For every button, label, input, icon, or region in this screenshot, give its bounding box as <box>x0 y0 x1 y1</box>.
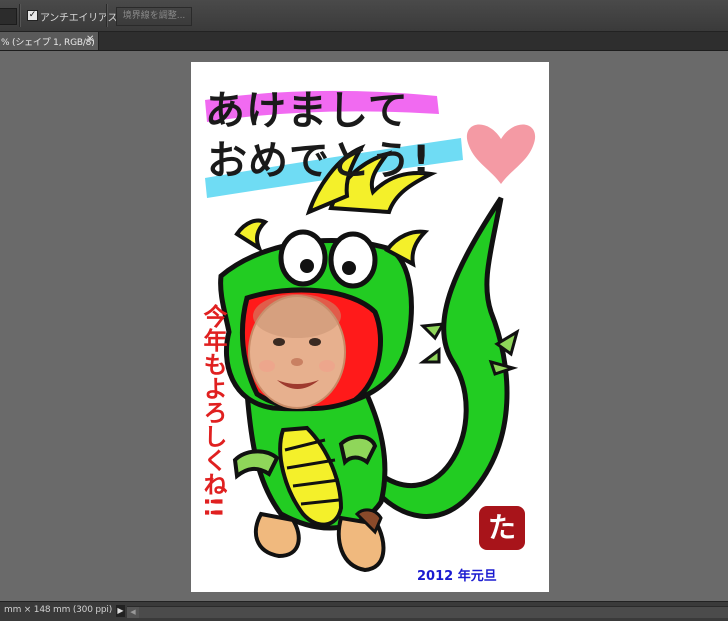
dragon-foot <box>253 511 301 559</box>
scroll-left-icon[interactable]: ◀ <box>127 607 139 618</box>
document-tab[interactable]: % (シェイプ 1, RGB/8) ✕ <box>0 32 99 50</box>
seal-stamp: た <box>479 506 525 550</box>
document-size-info: mm × 148 mm (300 ppi) <box>4 605 113 615</box>
document-canvas[interactable]: あけまして おめでとう! 今年もよろしくね!! た 2012 年元旦 <box>191 62 549 592</box>
horizontal-scrollbar[interactable]: ◀ <box>127 606 728 618</box>
options-separator <box>19 4 21 27</box>
heart-icon <box>466 124 536 184</box>
antialias-checkbox[interactable]: ✓ <box>27 10 38 21</box>
status-bar: mm × 148 mm (300 ppi) ▶ ◀ <box>0 601 728 621</box>
document-tab-title: % (シェイプ 1, RGB/8) <box>1 38 95 48</box>
seal-character: た <box>487 511 516 544</box>
date-text: 2012 年元旦 <box>417 569 497 584</box>
vertical-message: 今年もよろしくね!! <box>199 304 227 518</box>
options-bar: ✓ アンチエイリアス 境界線を調整... <box>0 0 728 32</box>
greeting-line-2: おめでとう! <box>207 138 432 184</box>
dragon-eye <box>278 229 328 287</box>
close-icon[interactable]: ✕ <box>86 34 94 45</box>
document-tab-bar: % (シェイプ 1, RGB/8) ✕ <box>0 32 728 51</box>
status-menu-arrow-icon[interactable]: ▶ <box>116 605 125 617</box>
refine-edge-button[interactable]: 境界線を調整... <box>116 7 192 26</box>
options-dropdown-stub[interactable] <box>0 8 17 25</box>
dragon-eye <box>328 231 378 289</box>
options-separator <box>106 4 108 27</box>
